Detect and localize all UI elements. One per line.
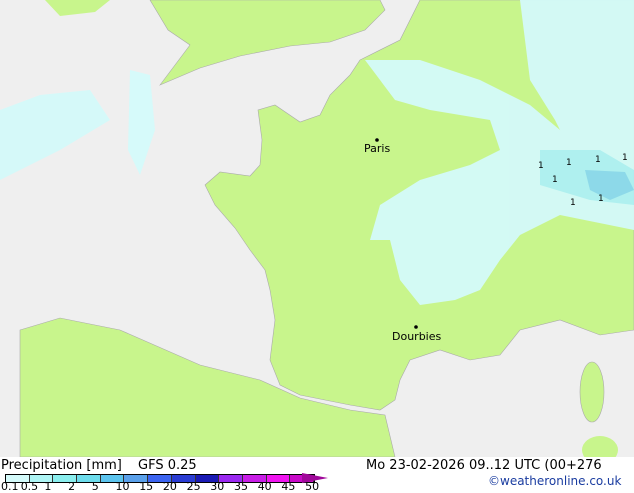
credit-link[interactable]: ©weatheronline.co.uk <box>488 474 621 488</box>
svg-text:1: 1 <box>595 155 601 165</box>
scale-tick-label: 5 <box>91 480 99 493</box>
scale-tick-label: 0.1 <box>1 480 19 493</box>
city-label: Paris <box>364 142 390 155</box>
scale-tick-label: 50 <box>305 480 320 493</box>
svg-text:1: 1 <box>538 161 544 171</box>
precipitation-map: Paris Dourbies 1 1 1 1 1 1 1 <box>0 0 634 457</box>
scale-tick-label: 0.5 <box>20 480 39 493</box>
svg-text:1: 1 <box>598 194 604 204</box>
svg-text:1: 1 <box>622 153 628 163</box>
model-name: GFS 0.25 <box>138 458 197 473</box>
svg-text:1: 1 <box>552 175 558 185</box>
scale-tick-label: 25 <box>186 480 201 493</box>
scale-tick-label: 45 <box>281 480 296 493</box>
scale-tick-label: 1 <box>44 480 52 493</box>
scale-tick-label: 20 <box>162 480 177 493</box>
svg-text:1: 1 <box>566 158 572 168</box>
scale-tick-label: 2 <box>68 480 76 493</box>
scale-tick-label: 30 <box>210 480 225 493</box>
scale-tick-label: 10 <box>115 480 130 493</box>
scale-tick-label: 15 <box>139 480 154 493</box>
legend-title: Precipitation [mm] <box>1 458 122 473</box>
land-corsica <box>579 361 605 423</box>
scale-tick-label: 35 <box>234 480 248 493</box>
forecast-datetime: Mo 23-02-2026 09..12 UTC (00+276 <box>366 458 602 473</box>
svg-text:1: 1 <box>570 198 576 208</box>
city-label: Dourbies <box>392 330 442 343</box>
scale-tick-label: 40 <box>257 480 272 493</box>
